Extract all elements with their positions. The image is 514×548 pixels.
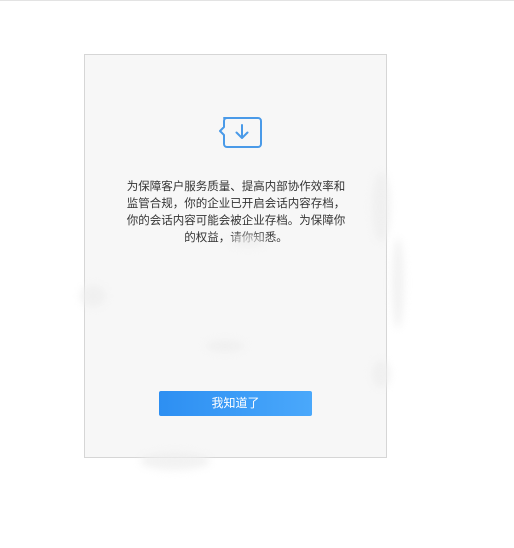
notice-line: 为保障客户服务质量、提高内部协作效率和	[126, 179, 346, 193]
background-smudge	[392, 238, 404, 328]
notice-line: 监管合规，你的企业已开启会话内容存档，	[126, 196, 346, 210]
background-smudge	[372, 172, 390, 242]
background-smudge	[140, 452, 210, 470]
notice-line: 你的会话内容可能会被企业存档。为保障你	[126, 213, 346, 227]
background-smudge	[80, 285, 106, 307]
background-smudge	[230, 235, 266, 247]
background-smudge	[205, 340, 245, 352]
archive-notice-dialog: 为保障客户服务质量、提高内部协作效率和 监管合规，你的企业已开启会话内容存档， …	[84, 54, 387, 458]
confirm-button[interactable]: 我知道了	[159, 391, 312, 416]
archive-download-icon	[219, 117, 262, 148]
background-smudge	[372, 360, 390, 388]
top-divider	[0, 0, 514, 1]
